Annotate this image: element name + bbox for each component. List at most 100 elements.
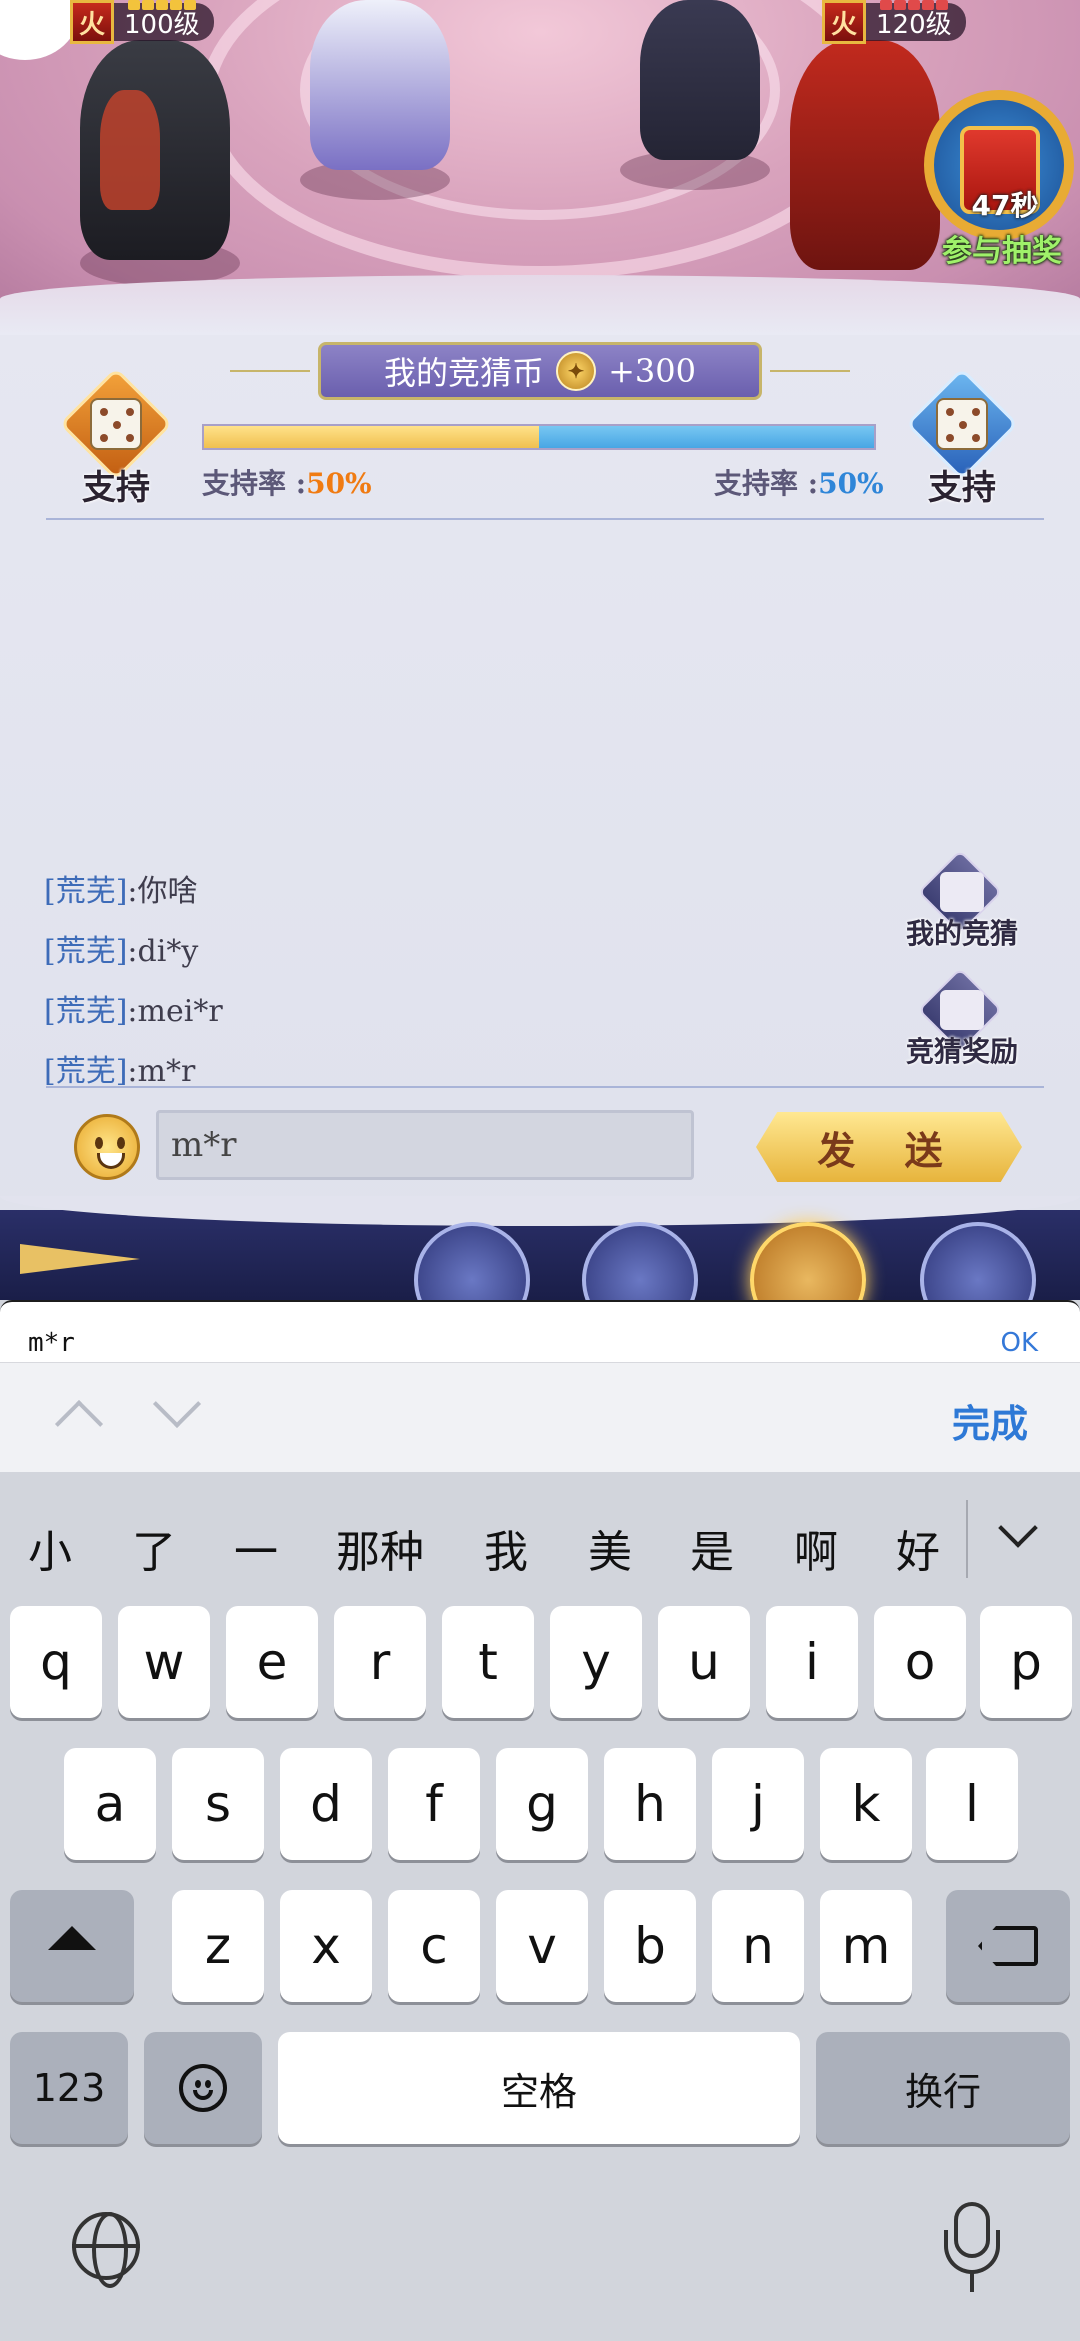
support-left-label: 支持: [82, 468, 150, 508]
dice-icon: [940, 872, 984, 912]
right-support-rate: 支持率 :50%: [714, 462, 884, 502]
banner-line-right: [770, 370, 850, 372]
left-support-rate: 支持率 :50%: [202, 462, 372, 502]
chevron-down-icon[interactable]: [152, 1379, 202, 1429]
guess-reward-button[interactable]: 竞猜奖励: [892, 967, 1032, 1080]
left-star-rating: [128, 0, 196, 10]
divider-bottom: [46, 1086, 1044, 1088]
key-e[interactable]: e: [226, 1606, 318, 1718]
support-right-button[interactable]: 支持: [902, 367, 1022, 510]
candidate-word[interactable]: 啊: [794, 1516, 838, 1580]
key-m[interactable]: m: [820, 1890, 912, 2002]
keyboard-input-bar: m*r OK: [0, 1300, 1080, 1362]
guess-reward-label: 竞猜奖励: [905, 1035, 1018, 1068]
lottery-timer: 47秒: [971, 189, 1039, 222]
coin-amount: +300: [608, 352, 696, 390]
send-button[interactable]: 发 送: [756, 1112, 1022, 1182]
chat-input[interactable]: m*r: [156, 1110, 694, 1180]
chat-text: :mei*r: [127, 994, 223, 1029]
key-g[interactable]: g: [496, 1748, 588, 1860]
key-k[interactable]: k: [820, 1748, 912, 1860]
dice-icon: [936, 398, 988, 450]
right-rate-prefix: 支持率 :: [714, 467, 819, 500]
lottery-label: 参与抽奖: [942, 234, 1062, 269]
candidate-word[interactable]: 那种: [336, 1516, 424, 1580]
key-n[interactable]: n: [712, 1890, 804, 2002]
microphone-base: [970, 2272, 974, 2292]
input-bar-ok-button[interactable]: OK: [1000, 1328, 1038, 1358]
expand-candidates-icon[interactable]: [998, 1508, 1038, 1548]
candidate-word[interactable]: 我: [484, 1516, 528, 1580]
key-r[interactable]: r: [334, 1606, 426, 1718]
arena-edge: [0, 275, 1080, 335]
key-j[interactable]: j: [712, 1748, 804, 1860]
banner-line-left: [230, 370, 310, 372]
support-bar-left-fill: [204, 426, 539, 448]
delete-key[interactable]: [946, 1890, 1070, 2002]
candidate-word[interactable]: 美: [588, 1516, 632, 1580]
key-h[interactable]: h: [604, 1748, 696, 1860]
chat-channel: [荒芜]: [44, 934, 128, 969]
my-guess-button[interactable]: 我的竞猜: [892, 849, 1032, 962]
numbers-key[interactable]: 123: [10, 2032, 128, 2144]
input-bar-text[interactable]: m*r: [28, 1328, 75, 1358]
right-star-rating: [880, 0, 948, 10]
key-b[interactable]: b: [604, 1890, 696, 2002]
chat-text: :m*r: [127, 1054, 196, 1089]
key-i[interactable]: i: [766, 1606, 858, 1718]
support-left-button[interactable]: 支持: [56, 367, 176, 510]
left-rate-prefix: 支持率 :: [202, 467, 307, 500]
support-rate-bar: [202, 424, 876, 450]
globe-icon[interactable]: [72, 2212, 140, 2288]
key-f[interactable]: f: [388, 1748, 480, 1860]
candidate-word[interactable]: 了: [132, 1516, 176, 1580]
hero-center-left-mage[interactable]: [310, 0, 450, 170]
key-o[interactable]: o: [874, 1606, 966, 1718]
smiley-icon: [74, 1114, 140, 1180]
coin-icon: ✦: [556, 351, 597, 391]
keyboard: 小 了 一 那种 我 美 是 啊 好 q w e r t y u i o p a…: [0, 1472, 1080, 2341]
done-button[interactable]: 完成: [952, 1393, 1028, 1448]
lottery-button[interactable]: 47秒 参与抽奖: [910, 90, 1080, 280]
key-u[interactable]: u: [658, 1606, 750, 1718]
candidate-word[interactable]: 小: [28, 1516, 72, 1580]
key-l[interactable]: l: [926, 1748, 1018, 1860]
emoji-button[interactable]: [66, 1112, 142, 1182]
chat-message: [荒芜]:mei*r: [44, 986, 223, 1030]
chat-channel: [荒芜]: [44, 1054, 128, 1089]
candidate-separator: [966, 1500, 968, 1578]
return-key[interactable]: 换行: [816, 2032, 1070, 2144]
support-right-label: 支持: [928, 468, 996, 508]
candidate-word[interactable]: 一: [234, 1516, 278, 1580]
candidate-word[interactable]: 好: [896, 1516, 940, 1580]
chat-message: [荒芜]:你啥: [44, 866, 198, 910]
key-z[interactable]: z: [172, 1890, 264, 2002]
key-q[interactable]: q: [10, 1606, 102, 1718]
key-t[interactable]: t: [442, 1606, 534, 1718]
support-bar-right-fill: [539, 426, 874, 448]
hero-center-right-assassin[interactable]: [640, 0, 760, 160]
shift-key[interactable]: [10, 1890, 134, 2002]
divider-top: [46, 518, 1044, 520]
microphone-stand: [944, 2230, 1000, 2274]
key-v[interactable]: v: [496, 1890, 588, 2002]
chat-message: [荒芜]:m*r: [44, 1046, 195, 1090]
key-x[interactable]: x: [280, 1890, 372, 2002]
my-guess-label: 我的竞猜: [905, 917, 1018, 950]
key-s[interactable]: s: [172, 1748, 264, 1860]
chevron-up-icon[interactable]: [54, 1399, 104, 1449]
key-c[interactable]: c: [388, 1890, 480, 2002]
guess-coin-banner: 我的竞猜币 ✦ +300: [318, 342, 762, 400]
smiley-icon: [179, 2064, 227, 2112]
chat-text: :di*y: [127, 934, 199, 969]
space-key[interactable]: 空格: [278, 2032, 800, 2144]
key-p[interactable]: p: [980, 1606, 1072, 1718]
key-a[interactable]: a: [64, 1748, 156, 1860]
candidate-word[interactable]: 是: [690, 1516, 734, 1580]
key-y[interactable]: y: [550, 1606, 642, 1718]
chat-channel: [荒芜]: [44, 874, 128, 909]
emoji-key[interactable]: [144, 2032, 262, 2144]
key-d[interactable]: d: [280, 1748, 372, 1860]
game-screen: 火 100级 火 120级 47秒 参与抽奖 我的竞猜币 ✦ +300 支持 支…: [0, 0, 1080, 1300]
key-w[interactable]: w: [118, 1606, 210, 1718]
